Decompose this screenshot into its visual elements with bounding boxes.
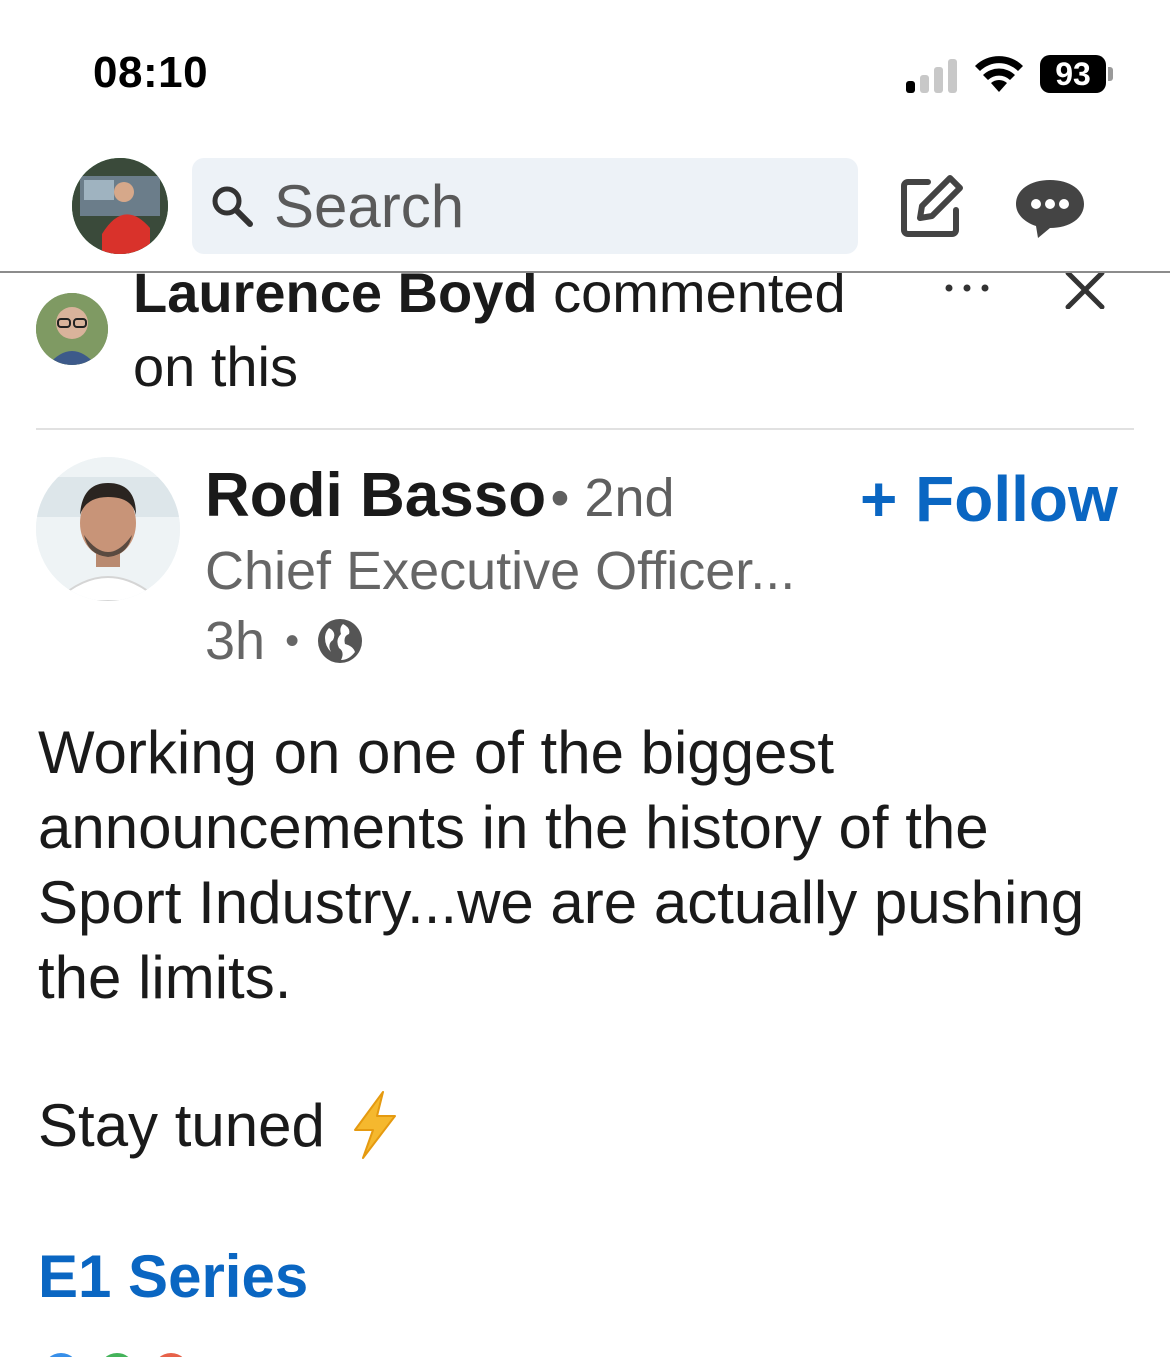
social-context-row: Laurence Boyd commented on this <box>0 273 1170 429</box>
commenter-avatar-image <box>36 293 108 365</box>
author-headline: Chief Executive Officer... <box>205 541 796 601</box>
context-action: commented <box>553 273 846 324</box>
search-icon <box>212 186 253 227</box>
post-text: Working on one of the biggest announceme… <box>38 719 1085 1011</box>
search-input[interactable] <box>274 171 834 241</box>
company-link[interactable]: E1 Series <box>38 1242 308 1311</box>
follow-button[interactable]: + Follow <box>860 462 1118 536</box>
like-reaction-icon <box>40 1350 82 1357</box>
globe-icon <box>318 619 363 663</box>
battery-tip <box>1108 67 1113 81</box>
stay-tuned-text: Stay tuned <box>38 1091 325 1159</box>
post-meta: 3h • <box>205 610 365 672</box>
love-reaction-icon <box>150 1350 192 1357</box>
linkedin-post-screen: 08:10 93 Search Laurence Boyd commented … <box>0 0 1170 1357</box>
author-name[interactable]: Rodi Basso <box>205 461 546 530</box>
wifi-icon <box>975 56 1023 92</box>
messages-icon[interactable] <box>1014 178 1086 240</box>
post-time: 3h <box>205 611 266 671</box>
commenter-name[interactable]: Laurence Boyd <box>133 273 538 324</box>
battery-icon: 93 <box>1040 55 1106 93</box>
my-profile-avatar[interactable] <box>72 158 168 254</box>
close-icon[interactable] <box>1064 273 1106 309</box>
connection-degree: • 2nd <box>550 468 675 528</box>
avatar-image <box>72 158 168 254</box>
more-options-icon[interactable] <box>940 273 994 303</box>
cellular-signal-icon <box>906 57 960 93</box>
author-line: Rodi Basso • 2nd <box>205 460 675 531</box>
commenter-avatar[interactable] <box>36 293 108 365</box>
context-divider <box>36 428 1134 430</box>
context-suffix: on this <box>133 335 298 398</box>
meta-separator: • <box>285 618 300 663</box>
search-bar[interactable] <box>192 158 858 254</box>
author-avatar-image <box>36 457 180 601</box>
post-body: Working on one of the biggest announceme… <box>38 715 1138 1015</box>
stay-tuned-line: Stay tuned <box>38 1090 403 1160</box>
compose-icon[interactable] <box>898 172 966 240</box>
author-avatar[interactable] <box>36 457 180 601</box>
social-context-text: Laurence Boyd commented on this <box>133 273 933 404</box>
lightning-bolt-icon <box>353 1091 396 1159</box>
status-time: 08:10 <box>93 48 209 97</box>
celebrate-reaction-icon <box>96 1350 138 1357</box>
